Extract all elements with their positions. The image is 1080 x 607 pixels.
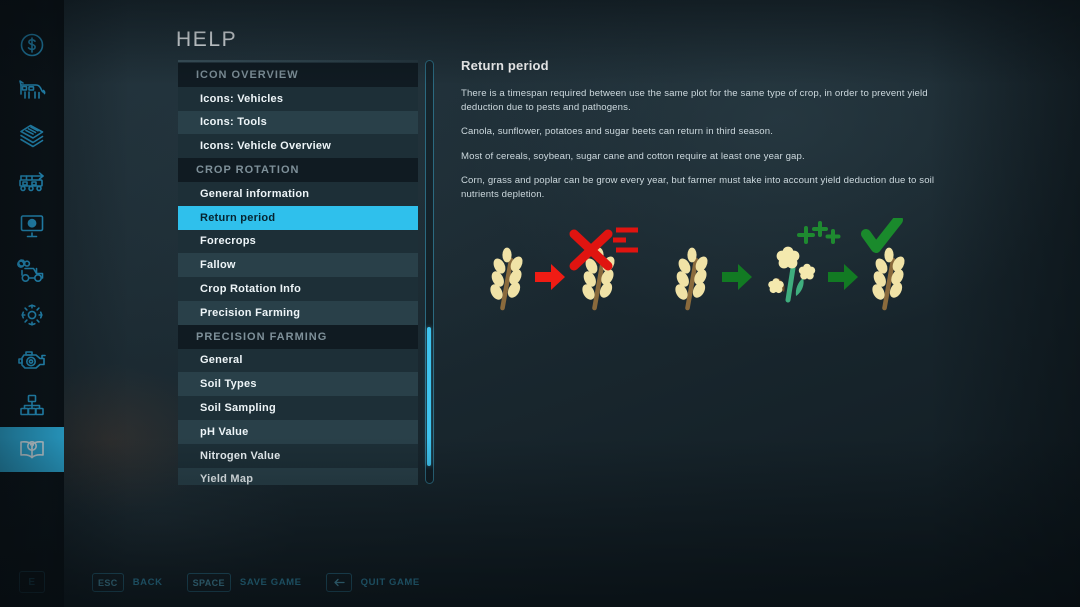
menu-item[interactable]: Yield Map: [178, 467, 418, 485]
menu-item[interactable]: Soil Types: [178, 372, 418, 397]
rail-item-settings[interactable]: [0, 292, 64, 337]
settings-gear-icon: [21, 303, 43, 326]
article-paragraph: There is a timespan required between use…: [461, 88, 928, 113]
production-icon: [19, 171, 44, 191]
rail-item-statistics[interactable]: [0, 202, 64, 247]
menu-item[interactable]: General information: [178, 181, 418, 206]
menu-item[interactable]: Return period: [178, 205, 418, 230]
menu-section-header: ICON OVERVIEW: [178, 63, 418, 87]
rail-item-vehicle-config[interactable]: [0, 247, 64, 292]
rail-item-production[interactable]: [0, 157, 64, 202]
engine-icon: [18, 350, 46, 369]
red-minus-icon-group: [613, 227, 638, 253]
production-chain-icon: [20, 394, 44, 415]
menu-item[interactable]: Fallow: [178, 253, 418, 278]
contracts-icon: [20, 124, 44, 147]
vehicle-config-icon: [17, 258, 44, 282]
menu-item[interactable]: Precision Farming: [178, 300, 418, 325]
menu-item[interactable]: Soil Sampling: [178, 396, 418, 420]
article-paragraph: Most of cereals, soybean, sugar cane and…: [461, 150, 805, 162]
wheat-icon-1: [488, 248, 525, 308]
interact-key-hint: E: [19, 571, 45, 593]
help-topics-list: ICON OVERVIEW Icons: Vehicles Icons: Tools…: [178, 60, 418, 485]
scrollbar-thumb[interactable]: [427, 326, 431, 467]
help-topics-scrollbar[interactable]: [425, 60, 434, 484]
menu-item[interactable]: pH Value: [178, 419, 418, 444]
hotkey[interactable]: ESC BACK: [92, 573, 163, 592]
wheat-icon-3: [673, 248, 710, 308]
menu-item[interactable]: Crop Rotation Info: [178, 277, 418, 301]
hotkey[interactable]: QUIT GAME: [325, 573, 420, 592]
menu-item[interactable]: Nitrogen Value: [178, 443, 418, 468]
backspace-arrow-icon: [325, 573, 352, 592]
help-topics-scroll-area[interactable]: ICON OVERVIEW Icons: Vehicles Icons: Tools…: [178, 63, 418, 485]
list-top-divider: [178, 60, 418, 62]
article-body: There is a timespan required between use…: [461, 87, 947, 202]
help-book-icon: [20, 440, 44, 458]
rail-item-finances[interactable]: [0, 22, 64, 67]
green-arrow-icon-1: [722, 264, 752, 290]
menu-item[interactable]: Forecrops: [178, 229, 418, 254]
article-panel: Return period There is a timespan requir…: [461, 58, 947, 213]
article-heading: Return period: [461, 58, 549, 73]
rail-item-contracts[interactable]: [0, 112, 64, 157]
green-plus-icon-group: [797, 221, 841, 244]
rail-item-engine[interactable]: [0, 337, 64, 382]
article-paragraph: Canola, sunflower, potatoes and sugar be…: [461, 126, 773, 138]
canola-flower-icon: [768, 247, 815, 300]
rail-item-help[interactable]: [0, 427, 64, 472]
menu-section-header: CROP ROTATION: [178, 158, 418, 182]
hotkey[interactable]: SPACE SAVE GAME: [186, 573, 302, 592]
crop-rotation-illustration: [470, 215, 940, 333]
left-icon-rail: E: [0, 0, 64, 607]
menu-item[interactable]: General: [178, 348, 418, 373]
menu-section-header: PRECISION FARMING: [178, 324, 418, 349]
menu-item[interactable]: Icons: Vehicle Overview: [178, 134, 418, 159]
menu-item[interactable]: Icons: Tools: [178, 110, 418, 135]
hotkey-label: SAVE GAME: [239, 577, 302, 588]
rail-item-production-chain[interactable]: [0, 382, 64, 427]
hotkey-label: QUIT GAME: [360, 577, 420, 588]
green-check-icon: [861, 215, 903, 253]
hotkey-label: BACK: [132, 577, 163, 588]
finances-icon: [20, 33, 44, 56]
hotkey-bar: ESC BACK SPACE SAVE GAME QUIT GAME: [92, 573, 444, 592]
red-arrow-icon: [535, 264, 565, 290]
animals-icon: [19, 79, 46, 99]
rail-item-animals[interactable]: [0, 67, 64, 112]
menu-item[interactable]: Icons: Vehicles: [178, 86, 418, 111]
hotkey-key-cap: ESC: [92, 573, 124, 592]
hotkey-key-cap: SPACE: [186, 573, 231, 592]
page-title: HELP: [176, 28, 238, 51]
wheat-icon-4: [870, 248, 907, 308]
help-menu-screen: E HELP ICON OVERVIEW Icons: Vehicles Icons…: [0, 0, 1080, 607]
statistics-icon: [20, 214, 44, 237]
article-paragraph: Corn, grass and poplar can be grow every…: [461, 175, 935, 201]
green-arrow-icon-2: [828, 264, 858, 290]
